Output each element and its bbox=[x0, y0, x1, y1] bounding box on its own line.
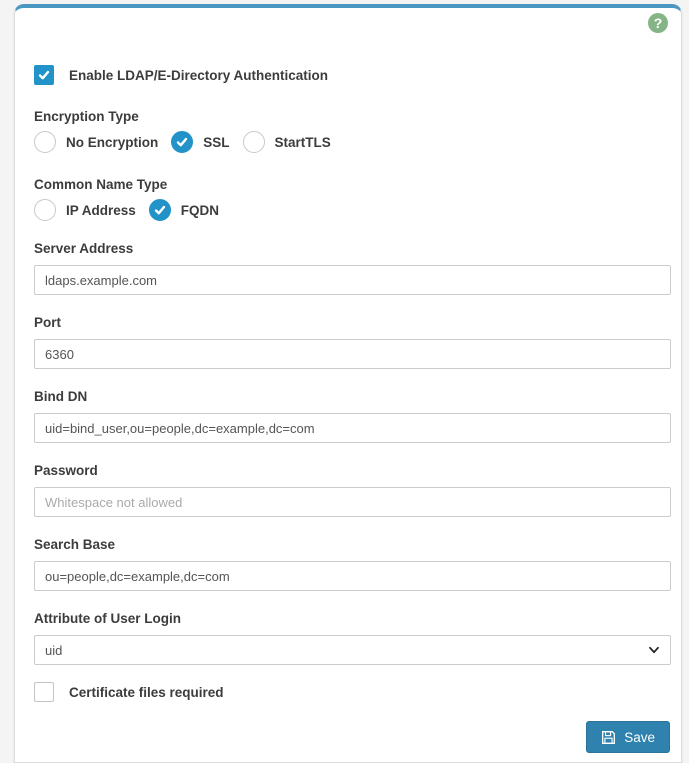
enable-ldap-row: Enable LDAP/E-Directory Authentication bbox=[34, 65, 670, 85]
radio-no-encryption-label: No Encryption bbox=[66, 134, 159, 150]
search-base-input[interactable] bbox=[34, 561, 671, 591]
enable-ldap-label: Enable LDAP/E-Directory Authentication bbox=[69, 67, 329, 83]
port-label: Port bbox=[34, 315, 61, 330]
port-group: Port bbox=[34, 315, 671, 369]
common-name-type-group: Common Name Type IP Address FQDN bbox=[34, 177, 670, 221]
password-label: Password bbox=[34, 463, 98, 478]
attribute-of-user-login-value: uid bbox=[45, 642, 63, 658]
encryption-type-label: Encryption Type bbox=[34, 109, 139, 124]
save-button-label: Save bbox=[624, 729, 655, 745]
password-input[interactable] bbox=[34, 487, 671, 517]
attribute-of-user-login-label: Attribute of User Login bbox=[34, 611, 181, 626]
encryption-type-options: No Encryption SSL StartTLS bbox=[34, 131, 670, 153]
server-address-group: Server Address bbox=[34, 241, 671, 295]
check-icon bbox=[177, 137, 188, 147]
radio-ip-address-label: IP Address bbox=[66, 202, 136, 218]
bind-dn-input[interactable] bbox=[34, 413, 671, 443]
radio-selected-icon[interactable] bbox=[171, 131, 194, 153]
enable-ldap-checkbox[interactable] bbox=[34, 65, 54, 85]
check-icon bbox=[154, 205, 165, 215]
radio-circle-icon[interactable] bbox=[34, 131, 56, 153]
certificate-files-checkbox[interactable] bbox=[34, 682, 54, 702]
card-header: ? bbox=[34, 13, 668, 33]
save-floppy-icon bbox=[602, 730, 616, 744]
chevron-down-icon bbox=[649, 646, 659, 654]
server-address-input[interactable] bbox=[34, 265, 671, 295]
ldap-settings-card: ? Enable LDAP/E-Directory Authentication… bbox=[14, 4, 682, 763]
radio-selected-icon[interactable] bbox=[148, 199, 171, 221]
radio-starttls-label: StartTLS bbox=[274, 134, 331, 150]
check-icon bbox=[38, 70, 50, 80]
radio-ssl[interactable]: SSL bbox=[171, 131, 230, 153]
encryption-type-group: Encryption Type No Encryption SSL StartT… bbox=[34, 109, 670, 153]
save-button[interactable]: Save bbox=[586, 721, 670, 753]
common-name-type-label: Common Name Type bbox=[34, 177, 168, 192]
radio-circle-icon[interactable] bbox=[34, 199, 56, 221]
radio-no-encryption[interactable]: No Encryption bbox=[34, 131, 158, 153]
radio-ip-address[interactable]: IP Address bbox=[34, 199, 136, 221]
radio-ssl-label: SSL bbox=[203, 134, 230, 150]
save-row: Save bbox=[34, 721, 670, 753]
server-address-label: Server Address bbox=[34, 241, 134, 256]
radio-fqdn[interactable]: FQDN bbox=[148, 199, 220, 221]
help-icon[interactable]: ? bbox=[648, 13, 668, 33]
bind-dn-group: Bind DN bbox=[34, 389, 671, 443]
search-base-group: Search Base bbox=[34, 537, 671, 591]
radio-starttls[interactable]: StartTLS bbox=[242, 131, 331, 153]
attribute-of-user-login-select[interactable]: uid bbox=[34, 635, 671, 665]
password-group: Password bbox=[34, 463, 671, 517]
attribute-of-user-login-group: Attribute of User Login uid bbox=[34, 611, 671, 665]
bind-dn-label: Bind DN bbox=[34, 389, 88, 404]
certificate-files-label: Certificate files required bbox=[69, 684, 224, 700]
common-name-type-options: IP Address FQDN bbox=[34, 199, 670, 221]
radio-fqdn-label: FQDN bbox=[180, 202, 220, 218]
certificate-files-row: Certificate files required bbox=[34, 682, 670, 702]
radio-circle-icon[interactable] bbox=[242, 131, 265, 153]
port-input[interactable] bbox=[34, 339, 671, 369]
search-base-label: Search Base bbox=[34, 537, 116, 552]
